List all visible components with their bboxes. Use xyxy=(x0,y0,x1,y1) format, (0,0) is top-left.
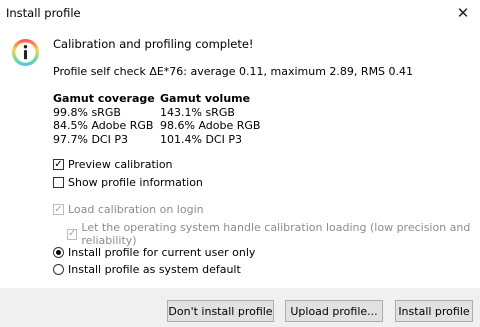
checkbox-checked-icon[interactable]: ✓ xyxy=(53,159,64,170)
install-current-user-label: Install profile for current user only xyxy=(68,246,256,259)
os-handle-calibration-label: Let the operating system handle calibrat… xyxy=(81,221,471,247)
self-check-result: Profile self check ΔE*76: average 0.11, … xyxy=(53,65,414,78)
show-profile-info-checkbox[interactable]: Show profile information xyxy=(53,176,203,189)
gamut-coverage-adobergb: 84.5% Adobe RGB xyxy=(53,119,154,132)
title-bar: Install profile ✕ xyxy=(0,0,480,30)
gamut-volume-column: Gamut volume 143.1% sRGB 98.6% Adobe RGB… xyxy=(160,92,260,146)
install-profile-button[interactable]: Install profile xyxy=(395,300,473,322)
gamut-volume-srgb: 143.1% sRGB xyxy=(160,105,235,119)
info-icon xyxy=(11,38,40,67)
close-icon[interactable]: ✕ xyxy=(452,3,474,23)
install-system-default-radio[interactable]: Install profile as system default xyxy=(53,263,241,276)
gamut-coverage-column: Gamut coverage 99.8% sRGB 84.5% Adobe RG… xyxy=(53,92,155,146)
gamut-volume-adobergb: 98.6% Adobe RGB xyxy=(160,119,261,132)
gamut-coverage-header: Gamut coverage xyxy=(53,92,155,105)
load-calibration-label: Load calibration on login xyxy=(68,203,204,216)
upload-profile-button[interactable]: Upload profile... xyxy=(285,300,383,322)
gamut-coverage-dcip3: 97.7% DCI P3 xyxy=(53,132,128,146)
radio-selected-icon[interactable] xyxy=(53,247,64,258)
preview-calibration-label: Preview calibration xyxy=(68,158,173,171)
radio-unselected-icon[interactable] xyxy=(53,264,64,275)
load-calibration-checkbox: ✓ Load calibration on login xyxy=(53,203,204,216)
preview-calibration-checkbox[interactable]: ✓ Preview calibration xyxy=(53,158,173,171)
checkbox-unchecked-icon[interactable] xyxy=(53,177,64,188)
checkbox-checked-disabled-icon: ✓ xyxy=(53,203,64,215)
window-title: Install profile xyxy=(6,6,81,20)
completion-heading: Calibration and profiling complete! xyxy=(53,37,254,51)
show-profile-info-label: Show profile information xyxy=(68,176,203,189)
dont-install-button[interactable]: Don't install profile xyxy=(167,300,274,322)
checkbox-checked-disabled-icon: ✓ xyxy=(67,228,78,240)
os-handle-calibration-checkbox: ✓ Let the operating system handle calibr… xyxy=(67,221,480,247)
install-current-user-radio[interactable]: Install profile for current user only xyxy=(53,246,255,259)
gamut-volume-dcip3: 101.4% DCI P3 xyxy=(160,132,242,146)
gamut-volume-header: Gamut volume xyxy=(160,92,251,105)
gamut-coverage-srgb: 99.8% sRGB xyxy=(53,105,121,119)
install-system-default-label: Install profile as system default xyxy=(68,263,241,276)
